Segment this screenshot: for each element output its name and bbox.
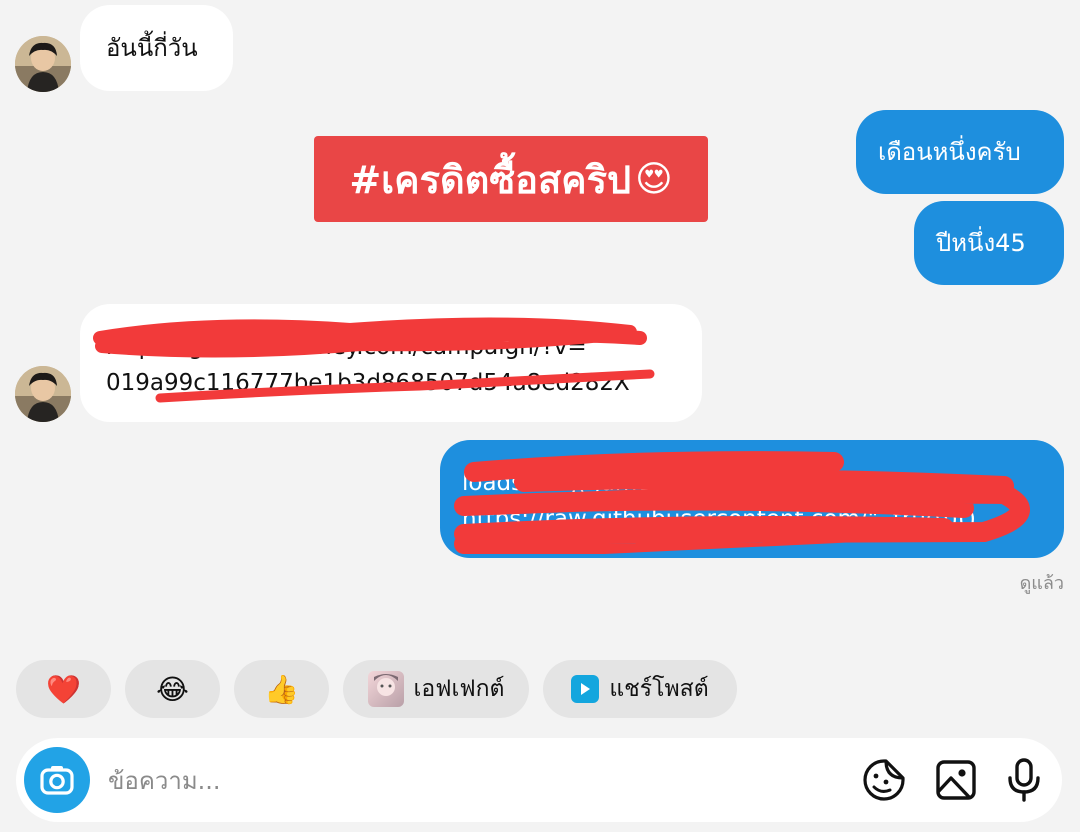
share-post-button[interactable]: แชร์โพสต์ xyxy=(543,660,737,718)
gallery-button[interactable] xyxy=(932,756,980,804)
avatar-image xyxy=(15,366,71,422)
camera-button[interactable] xyxy=(24,747,90,813)
gallery-icon xyxy=(936,760,976,800)
heart-icon: ❤️ xyxy=(46,672,81,706)
sticker-icon xyxy=(863,759,905,801)
effects-label: เอฟเฟกต์ xyxy=(413,676,505,702)
effects-button[interactable]: เอฟเฟกต์ xyxy=(343,660,529,718)
incoming-link-message[interactable]: https://gift.truemoney.com/campaign/?v= … xyxy=(80,304,702,422)
share-post-label: แชร์โพสต์ xyxy=(609,676,709,702)
sender-avatar[interactable] xyxy=(15,36,71,92)
camera-icon xyxy=(40,766,74,795)
effect-thumbnail-icon xyxy=(367,671,404,707)
message-text: ปีหนึ่ง45 xyxy=(936,229,1026,257)
sender-avatar[interactable] xyxy=(15,366,71,422)
code-text-line-1: loadstring(game:HttpGet(" xyxy=(462,470,770,496)
play-icon xyxy=(571,675,600,703)
microphone-icon xyxy=(1008,758,1040,802)
sticker-text: #เครดิตซื้อสคริป xyxy=(349,157,632,202)
laugh-emoji-icon: 😂 xyxy=(156,672,189,706)
message-text: อันนี้กี่วัน xyxy=(106,34,198,62)
message-input[interactable] xyxy=(106,760,810,802)
sticker-emoji: 😍 xyxy=(635,158,673,200)
heart-reaction-button[interactable]: ❤️ xyxy=(16,660,111,718)
laugh-reaction-button[interactable]: 😂 xyxy=(125,660,220,718)
message-text: เดือนหนึ่งครับ xyxy=(878,138,1021,166)
sticker-message[interactable]: #เครดิตซื้อสคริป 😍 xyxy=(314,136,708,222)
thumbs-up-icon: 👍 xyxy=(264,672,299,706)
incoming-message[interactable]: อันนี้กี่วัน xyxy=(80,5,233,91)
message-composer xyxy=(16,738,1062,822)
link-text-line-1: https://gift.truemoney.com/campaign/?v= xyxy=(106,334,587,360)
seen-status: ดูแล้ว xyxy=(1019,573,1064,594)
thumbs-up-reaction-button[interactable]: 👍 xyxy=(234,660,329,718)
sticker-button[interactable] xyxy=(860,756,908,804)
outgoing-code-message[interactable]: loadstring(game:HttpGet(" https://raw.gi… xyxy=(440,440,1064,558)
code-text-line-2: https://raw.githubusercontent.com/", tru… xyxy=(462,506,976,532)
voice-message-button[interactable] xyxy=(1000,756,1048,804)
link-text-line-2: 019a99c116777be1b3d868507d54a8ed282X xyxy=(106,370,630,396)
outgoing-message[interactable]: เดือนหนึ่งครับ xyxy=(856,110,1064,194)
avatar-image xyxy=(15,36,71,92)
outgoing-message[interactable]: ปีหนึ่ง45 xyxy=(914,201,1064,285)
